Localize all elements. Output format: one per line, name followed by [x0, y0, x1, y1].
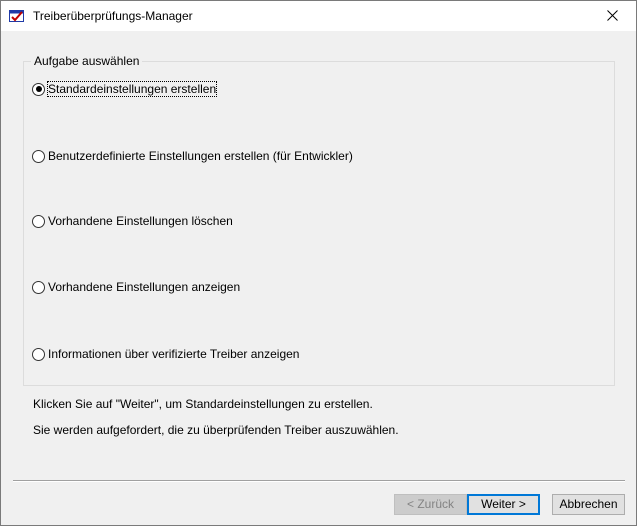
radio-button[interactable]: [32, 214, 45, 228]
option-custom-settings[interactable]: Benutzerdefinierte Einstellungen erstell…: [32, 148, 353, 164]
option-label: Standardeinstellungen erstellen: [46, 81, 218, 97]
info-text-2: Sie werden aufgefordert, die zu überprüf…: [33, 423, 399, 437]
close-icon: [607, 10, 618, 21]
info-text-1: Klicken Sie auf "Weiter", um Standardein…: [33, 397, 373, 411]
option-label: Benutzerdefinierte Einstellungen erstell…: [48, 149, 353, 163]
option-show-settings[interactable]: Vorhandene Einstellungen anzeigen: [32, 279, 240, 295]
driver-verifier-app-icon: [9, 9, 25, 23]
footer-separator: [13, 480, 625, 482]
driver-verifier-window: Treiberüberprüfungs-Manager Aufgabe ausw…: [0, 0, 637, 526]
title-bar[interactable]: Treiberüberprüfungs-Manager: [1, 1, 636, 31]
option-standard-settings[interactable]: Standardeinstellungen erstellen: [32, 81, 218, 97]
option-label: Informationen über verifizierte Treiber …: [48, 347, 300, 361]
option-label: Vorhandene Einstellungen anzeigen: [48, 280, 241, 294]
option-delete-settings[interactable]: Vorhandene Einstellungen löschen: [32, 213, 233, 229]
groupbox-label: Aufgabe auswählen: [31, 54, 143, 68]
next-button[interactable]: Weiter >: [467, 494, 540, 515]
back-button[interactable]: < Zurück: [394, 494, 467, 515]
radio-button[interactable]: [32, 149, 45, 163]
cancel-button[interactable]: Abbrechen: [552, 494, 625, 515]
window-title: Treiberüberprüfungs-Manager: [33, 9, 193, 23]
radio-button[interactable]: [32, 347, 45, 361]
radio-button-checked[interactable]: [32, 82, 45, 96]
option-label: Vorhandene Einstellungen löschen: [48, 214, 233, 228]
option-show-verified-drivers[interactable]: Informationen über verifizierte Treiber …: [32, 346, 299, 362]
radio-button[interactable]: [32, 280, 45, 294]
close-button[interactable]: [590, 1, 636, 31]
